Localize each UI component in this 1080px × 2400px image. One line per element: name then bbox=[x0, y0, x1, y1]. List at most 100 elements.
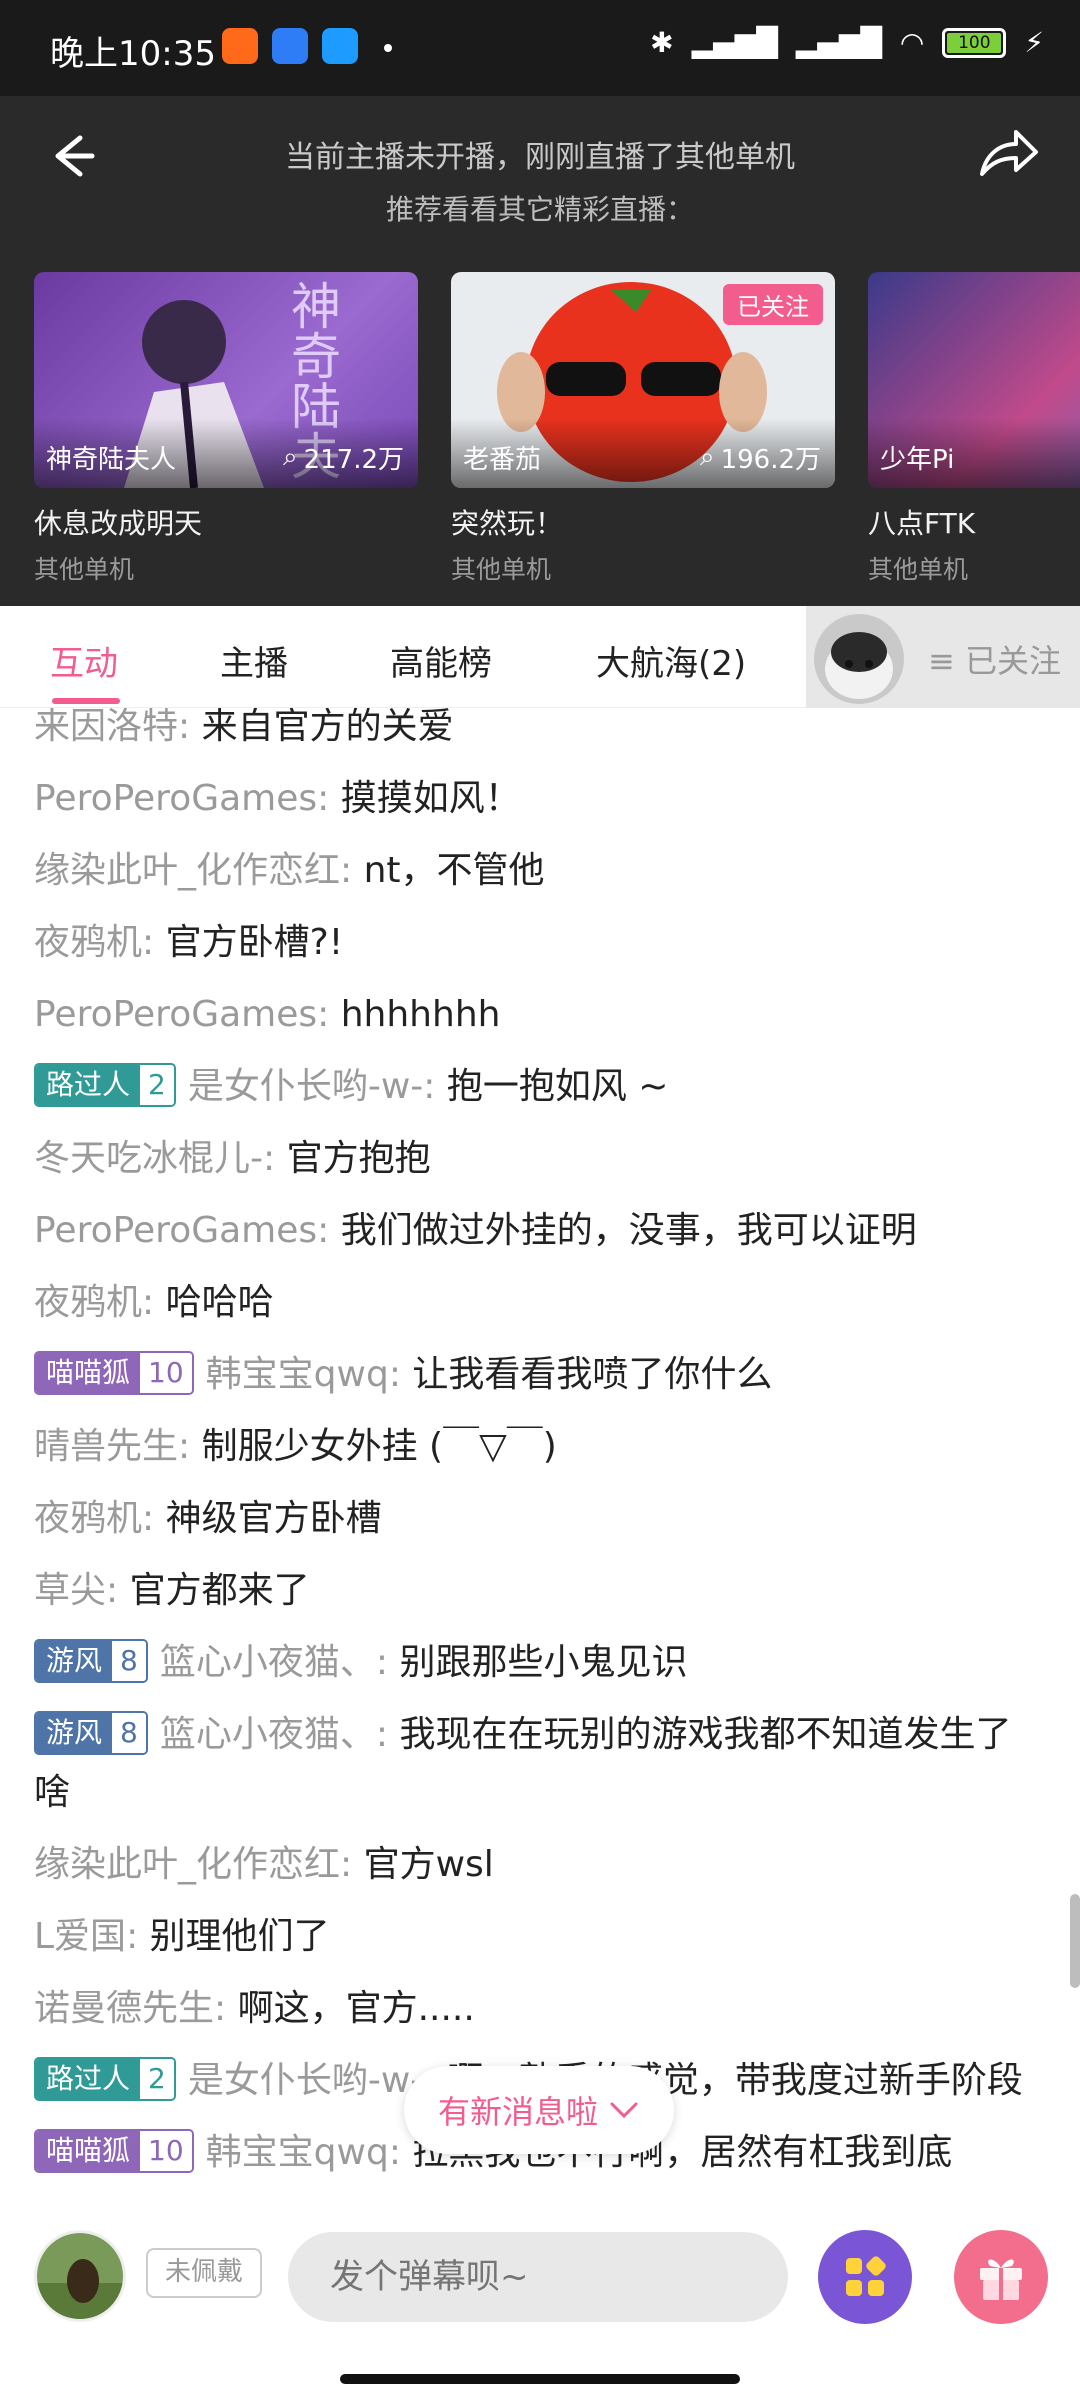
chat-message[interactable]: 缘染此叶_化作恋红: nt，不管他 bbox=[34, 842, 1044, 900]
tab-interaction[interactable]: 互动 bbox=[50, 636, 118, 685]
fan-medal-badge[interactable]: 路过人 2 bbox=[34, 1063, 176, 1107]
user-avatar[interactable] bbox=[34, 2230, 126, 2322]
charging-icon: ⚡ bbox=[1024, 26, 1044, 59]
chat-username[interactable]: 冬天吃冰棍儿- bbox=[34, 1138, 263, 1179]
chat-message[interactable]: 缘染此叶_化作恋红: 官方wsl bbox=[34, 1836, 1044, 1894]
chat-message[interactable]: PeroPeroGames: 摸摸如风！ bbox=[34, 770, 1044, 828]
fan-medal-badge[interactable]: 喵喵狐 10 bbox=[34, 1351, 194, 1395]
stream-card[interactable]: 少年Pi 八点FTK 其他单机 bbox=[868, 272, 1080, 586]
username-separator: : bbox=[178, 1426, 202, 1467]
chat-username[interactable]: 缘染此叶_化作恋红 bbox=[34, 850, 340, 891]
chat-username[interactable]: PeroPeroGames bbox=[34, 994, 317, 1035]
stream-thumbnail[interactable]: 少年Pi bbox=[868, 272, 1080, 488]
chat-message[interactable]: 夜鸦机: 官方卧槽?! bbox=[34, 914, 1044, 972]
chat-username[interactable]: L爱国 bbox=[34, 1916, 126, 1957]
medal-level: 8 bbox=[112, 1641, 146, 1681]
chat-message[interactable]: L爱国: 别理他们了 bbox=[34, 1908, 1044, 1966]
chat-message[interactable]: 路过人 2 是女仆长哟-w-: 抱一抱如风 ~ bbox=[34, 1058, 1044, 1116]
stream-card[interactable]: 神奇陆夫 神奇陆夫人 ⌕ 217.2万 休息改成明天 其他单机 bbox=[34, 272, 418, 586]
chat-message[interactable]: 诺曼德先生: 啊这，官方..... bbox=[34, 1980, 1044, 2038]
more-functions-button[interactable] bbox=[818, 2230, 912, 2324]
chat-message[interactable]: 游风 8 篮心小夜猫、: 我现在在玩别的游戏我都不知道发生了啥 bbox=[34, 1706, 1044, 1822]
chat-username[interactable]: PeroPeroGames bbox=[34, 1210, 317, 1251]
chat-username[interactable]: 篮心小夜猫、 bbox=[160, 1714, 376, 1755]
medal-level: 2 bbox=[140, 1065, 174, 1105]
medal-badge-button[interactable]: 未佩戴 bbox=[146, 2248, 262, 2298]
chat-list[interactable]: 来因洛特: 来自官方的关爱 PeroPeroGames: 摸摸如风！ 缘染此叶_化作… bbox=[0, 708, 1080, 2202]
chat-message[interactable]: 夜鸦机: 神级官方卧槽 bbox=[34, 1490, 1044, 1548]
fan-medal-badge[interactable]: 游风 8 bbox=[34, 1639, 148, 1683]
message-app-icon bbox=[322, 28, 358, 64]
recommended-streams: 神奇陆夫 神奇陆夫人 ⌕ 217.2万 休息改成明天 其他单机 已关注 老番茄 … bbox=[34, 272, 1080, 592]
followed-button[interactable]: ≡ 已关注 bbox=[928, 636, 1061, 682]
offline-notice: 当前主播未开播，刚刚直播了其他单机 bbox=[285, 140, 795, 175]
chat-username[interactable]: 晴兽先生 bbox=[34, 1426, 178, 1467]
fan-medal-badge[interactable]: 游风 8 bbox=[34, 1711, 148, 1755]
streamer-avatar[interactable] bbox=[814, 614, 904, 704]
medal-name: 喵喵狐 bbox=[36, 2131, 141, 2171]
streamer-name: 老番茄 bbox=[463, 445, 542, 475]
chat-username[interactable]: 是女仆长哟-w- bbox=[188, 1066, 423, 1107]
chat-message[interactable]: PeroPeroGames: 我们做过外挂的，没事，我可以证明 bbox=[34, 1202, 1044, 1260]
medal-level: 10 bbox=[140, 2131, 192, 2171]
chat-scrollbar[interactable] bbox=[1070, 1894, 1080, 1988]
username-separator: : bbox=[142, 1282, 166, 1323]
stream-thumbnail[interactable]: 已关注 老番茄 ⌕ 196.2万 bbox=[451, 272, 835, 488]
medal-name: 游风 bbox=[36, 1713, 113, 1753]
stream-category: 其他单机 bbox=[34, 555, 135, 584]
chat-message[interactable]: 喵喵狐 10 韩宝宝qwq: 让我看看我喷了你什么 bbox=[34, 1346, 1044, 1404]
grid-apps-icon bbox=[846, 2256, 886, 2296]
chat-username[interactable]: 诺曼德先生 bbox=[34, 1988, 214, 2029]
stream-thumbnail[interactable]: 神奇陆夫 神奇陆夫人 ⌕ 217.2万 bbox=[34, 272, 418, 488]
chat-username[interactable]: 缘染此叶_化作恋红 bbox=[34, 1844, 340, 1885]
stream-category: 其他单机 bbox=[868, 555, 969, 584]
chat-text: 我们做过外挂的，没事，我可以证明 bbox=[340, 1210, 917, 1251]
chat-username[interactable]: 夜鸦机 bbox=[34, 1498, 142, 1539]
tab-ranking[interactable]: 高能榜 bbox=[390, 636, 492, 685]
fan-medal-badge[interactable]: 路过人 2 bbox=[34, 2057, 176, 2101]
share-icon[interactable] bbox=[976, 124, 1040, 184]
battery-level: 100 bbox=[947, 32, 1002, 53]
tab-streamer[interactable]: 主播 bbox=[220, 636, 288, 685]
home-indicator[interactable] bbox=[340, 2374, 740, 2384]
chat-message[interactable]: 晴兽先生: 制服少女外挂 (￣▽￣) bbox=[34, 1418, 1044, 1476]
chat-username[interactable]: 篮心小夜猫、 bbox=[160, 1642, 376, 1683]
follow-area[interactable]: ≡ 已关注 bbox=[806, 606, 1080, 708]
new-message-button[interactable]: 有新消息啦 bbox=[404, 2066, 674, 2154]
streamer-name: 神奇陆夫人 bbox=[46, 445, 177, 475]
danmaku-input[interactable] bbox=[288, 2232, 788, 2322]
chat-username[interactable]: 来因洛特 bbox=[34, 708, 178, 747]
new-message-label: 有新消息啦 bbox=[437, 2093, 598, 2131]
chat-message[interactable]: 冬天吃冰棍儿-: 官方抱抱 bbox=[34, 1130, 1044, 1188]
chat-text: 啊这，官方..... bbox=[237, 1988, 475, 2029]
username-separator: : bbox=[178, 708, 202, 747]
chat-username[interactable]: 是女仆长哟-w- bbox=[188, 2060, 423, 2101]
stream-card[interactable]: 已关注 老番茄 ⌕ 196.2万 突然玩！ 其他单机 bbox=[451, 272, 835, 586]
tab-guard[interactable]: 大航海(2) bbox=[596, 636, 746, 685]
chat-username[interactable]: 韩宝宝qwq bbox=[206, 1354, 389, 1395]
chat-message[interactable]: 夜鸦机: 哈哈哈 bbox=[34, 1274, 1044, 1332]
chat-message[interactable]: 草尖: 官方都来了 bbox=[34, 1562, 1044, 1620]
status-bar: 晚上10:35 ✱ ▂▄▆█ ▂▄▆█ ◠ 100 ⚡ bbox=[0, 0, 1080, 96]
chat-username[interactable]: PeroPeroGames bbox=[34, 778, 317, 819]
medal-name: 路过人 bbox=[36, 1065, 141, 1105]
chat-username[interactable]: 草尖 bbox=[34, 1570, 106, 1611]
chat-message[interactable]: 游风 8 篮心小夜猫、: 别跟那些小鬼见识 bbox=[34, 1634, 1044, 1692]
stream-title: 休息改成明天 bbox=[34, 507, 203, 540]
username-separator: : bbox=[317, 994, 341, 1035]
chat-username[interactable]: 夜鸦机 bbox=[34, 922, 142, 963]
chat-text: 别跟那些小鬼见识 bbox=[399, 1642, 688, 1683]
wifi-icon: ◠ bbox=[899, 26, 925, 59]
chat-message[interactable]: PeroPeroGames: hhhhhhh bbox=[34, 986, 1044, 1044]
chat-username[interactable]: 夜鸦机 bbox=[34, 1282, 142, 1323]
username-separator: : bbox=[375, 1714, 400, 1755]
viewers-icon: ⌕ bbox=[283, 442, 298, 472]
username-separator: : bbox=[340, 1844, 364, 1885]
chat-message[interactable]: 来因洛特: 来自官方的关爱 bbox=[34, 708, 1044, 756]
fan-medal-badge[interactable]: 喵喵狐 10 bbox=[34, 2129, 194, 2173]
offline-header: 当前主播未开播，刚刚直播了其他单机 推荐看看其它精彩直播： 神奇陆夫 神奇陆夫人… bbox=[0, 96, 1080, 606]
chat-username[interactable]: 韩宝宝qwq bbox=[206, 2132, 389, 2173]
taobao-app-icon bbox=[222, 28, 258, 64]
gift-button[interactable] bbox=[954, 2230, 1048, 2324]
viewer-count: 217.2万 bbox=[303, 445, 404, 475]
